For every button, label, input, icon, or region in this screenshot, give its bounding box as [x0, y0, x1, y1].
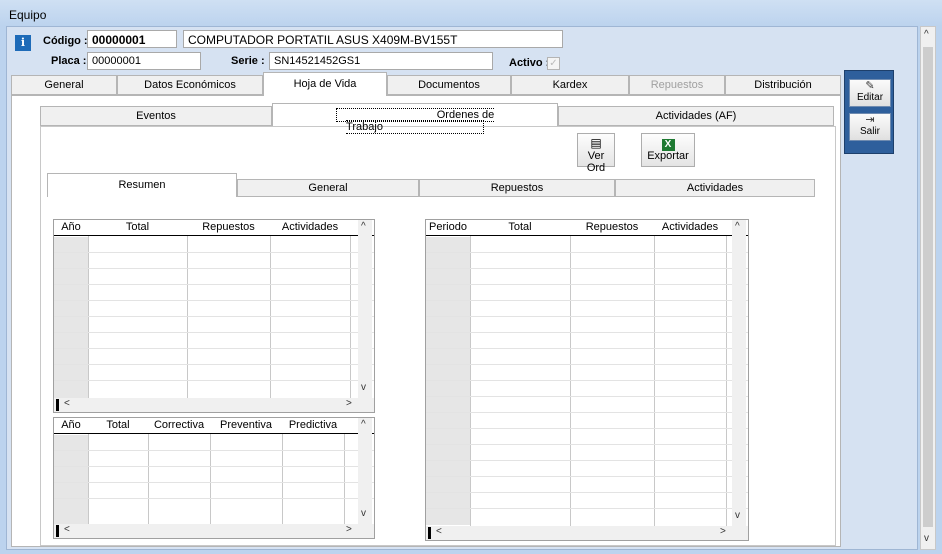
column-header[interactable]: Total — [88, 419, 148, 431]
activo-label: Activo : — [509, 57, 550, 69]
inner-tab-general[interactable]: General — [237, 179, 419, 197]
column-header[interactable]: Repuestos — [187, 221, 270, 233]
ver-ord-button[interactable]: ▤ Ver Ord — [577, 133, 615, 174]
tab-repuestos[interactable]: Repuestos — [629, 75, 725, 95]
column-header[interactable]: Año — [54, 221, 88, 233]
document-icon: ▤ — [590, 136, 602, 150]
subtab-eventos[interactable]: Eventos — [40, 106, 272, 126]
equipment-form: i Código : 00000001 COMPUTADOR PORTATIL … — [6, 26, 918, 550]
scroll-up-icon[interactable]: ^ — [924, 29, 929, 40]
tab-datos-economicos[interactable]: Datos Económicos — [117, 75, 263, 95]
edit-icon: ✎ — [865, 80, 875, 92]
horizontal-scrollbar[interactable]: < > — [54, 398, 374, 412]
horizontal-scrollbar[interactable]: < > — [426, 526, 748, 540]
subtab-ordenes-de-trabajo[interactable]: Ordenes de Trabajo — [272, 103, 558, 134]
scrollbar-thumb[interactable] — [923, 47, 933, 527]
editar-button[interactable]: ✎ Editar — [849, 79, 891, 107]
scroll-down-icon[interactable]: v — [361, 382, 366, 393]
description-field[interactable]: COMPUTADOR PORTATIL ASUS X409M-BV155T — [183, 30, 563, 48]
grid-header: Periodo Total Repuestos Actividades — [426, 220, 748, 236]
grid-year[interactable]: Año Total Repuestos Actividades ^ v < > — [53, 219, 375, 413]
column-header[interactable]: Total — [470, 221, 570, 233]
row-header — [426, 237, 470, 525]
vertical-scrollbar[interactable]: ^ v — [358, 220, 372, 398]
scroll-up-icon[interactable]: ^ — [361, 419, 366, 430]
serie-label: Serie : — [231, 55, 265, 67]
info-icon[interactable]: i — [15, 35, 31, 51]
vertical-scrollbar[interactable]: ^ v — [732, 220, 746, 526]
grid-header: Año Total Repuestos Actividades — [54, 220, 374, 236]
scroll-right-icon[interactable]: > — [346, 398, 352, 409]
scroll-down-icon[interactable]: v — [735, 510, 740, 521]
row-header — [54, 237, 88, 399]
hoja-de-vida-panel: Eventos Ordenes de Trabajo Actividades (… — [11, 95, 841, 547]
exit-icon: ⇥ — [865, 114, 875, 126]
excel-icon: X — [642, 136, 694, 151]
column-header[interactable]: Total — [88, 221, 187, 233]
ordenes-label: Ordenes de Trabajo — [335, 108, 495, 134]
scroll-down-icon[interactable]: v — [924, 533, 929, 544]
tab-distribucion[interactable]: Distribución — [725, 75, 841, 95]
codigo-label: Código : — [43, 35, 88, 47]
column-header[interactable]: Correctiva — [148, 419, 210, 431]
tab-general[interactable]: General — [11, 75, 117, 95]
inner-tab-resumen[interactable]: Resumen — [47, 173, 237, 197]
window-scrollbar[interactable]: ^ v — [920, 26, 936, 550]
subtab-actividades-af[interactable]: Actividades (AF) — [558, 106, 834, 126]
scroll-right-icon[interactable]: > — [346, 524, 352, 535]
salir-label: Salir — [859, 126, 880, 137]
tab-hoja-de-vida[interactable]: Hoja de Vida — [263, 72, 387, 96]
vertical-scrollbar[interactable]: ^ v — [358, 418, 372, 524]
tab-kardex[interactable]: Kardex — [511, 75, 629, 95]
window-title: Equipo — [0, 0, 942, 26]
action-sidebar: ✎ Editar ⇥ Salir — [844, 70, 894, 154]
scroll-left-icon[interactable]: < — [64, 524, 70, 535]
ordenes-subpanel: ▤ Ver Ord X Exportar Resumen General Rep… — [40, 126, 836, 546]
grid-period[interactable]: Periodo Total Repuestos Actividades ^ v … — [425, 219, 749, 541]
grid-header: Año Total Correctiva Preventiva Predicti… — [54, 418, 374, 434]
column-header[interactable]: Repuestos — [570, 221, 654, 233]
inner-tab-repuestos[interactable]: Repuestos — [419, 179, 615, 197]
editar-label: Editar — [856, 92, 884, 103]
scroll-left-icon[interactable]: < — [436, 526, 442, 537]
column-header[interactable]: Actividades — [654, 221, 726, 233]
inner-tab-actividades[interactable]: Actividades — [615, 179, 815, 197]
exportar-label: Exportar — [647, 150, 689, 162]
scroll-right-icon[interactable]: > — [720, 526, 726, 537]
salir-button[interactable]: ⇥ Salir — [849, 113, 891, 141]
serie-field[interactable]: SN14521452GS1 — [269, 52, 493, 70]
scroll-up-icon[interactable]: ^ — [735, 221, 740, 232]
grid-maintenance-type[interactable]: Año Total Correctiva Preventiva Predicti… — [53, 417, 375, 539]
column-header[interactable]: Preventiva — [210, 419, 282, 431]
activo-checkbox[interactable]: ✓ — [547, 57, 560, 70]
column-header[interactable]: Actividades — [270, 221, 350, 233]
scroll-up-icon[interactable]: ^ — [361, 221, 366, 232]
placa-label: Placa : — [51, 55, 87, 67]
column-header[interactable]: Predictiva — [282, 419, 344, 431]
column-header[interactable]: Año — [54, 419, 88, 431]
scroll-left-icon[interactable]: < — [64, 398, 70, 409]
tab-documentos[interactable]: Documentos — [387, 75, 511, 95]
placa-field[interactable]: 00000001 — [87, 52, 201, 70]
codigo-field[interactable]: 00000001 — [87, 30, 177, 48]
row-header — [54, 435, 88, 525]
horizontal-scrollbar[interactable]: < > — [54, 524, 374, 538]
column-header[interactable]: Periodo — [426, 221, 470, 233]
ver-ord-label: Ver Ord — [586, 150, 606, 174]
exportar-button[interactable]: X Exportar — [641, 133, 695, 167]
scroll-down-icon[interactable]: v — [361, 508, 366, 519]
